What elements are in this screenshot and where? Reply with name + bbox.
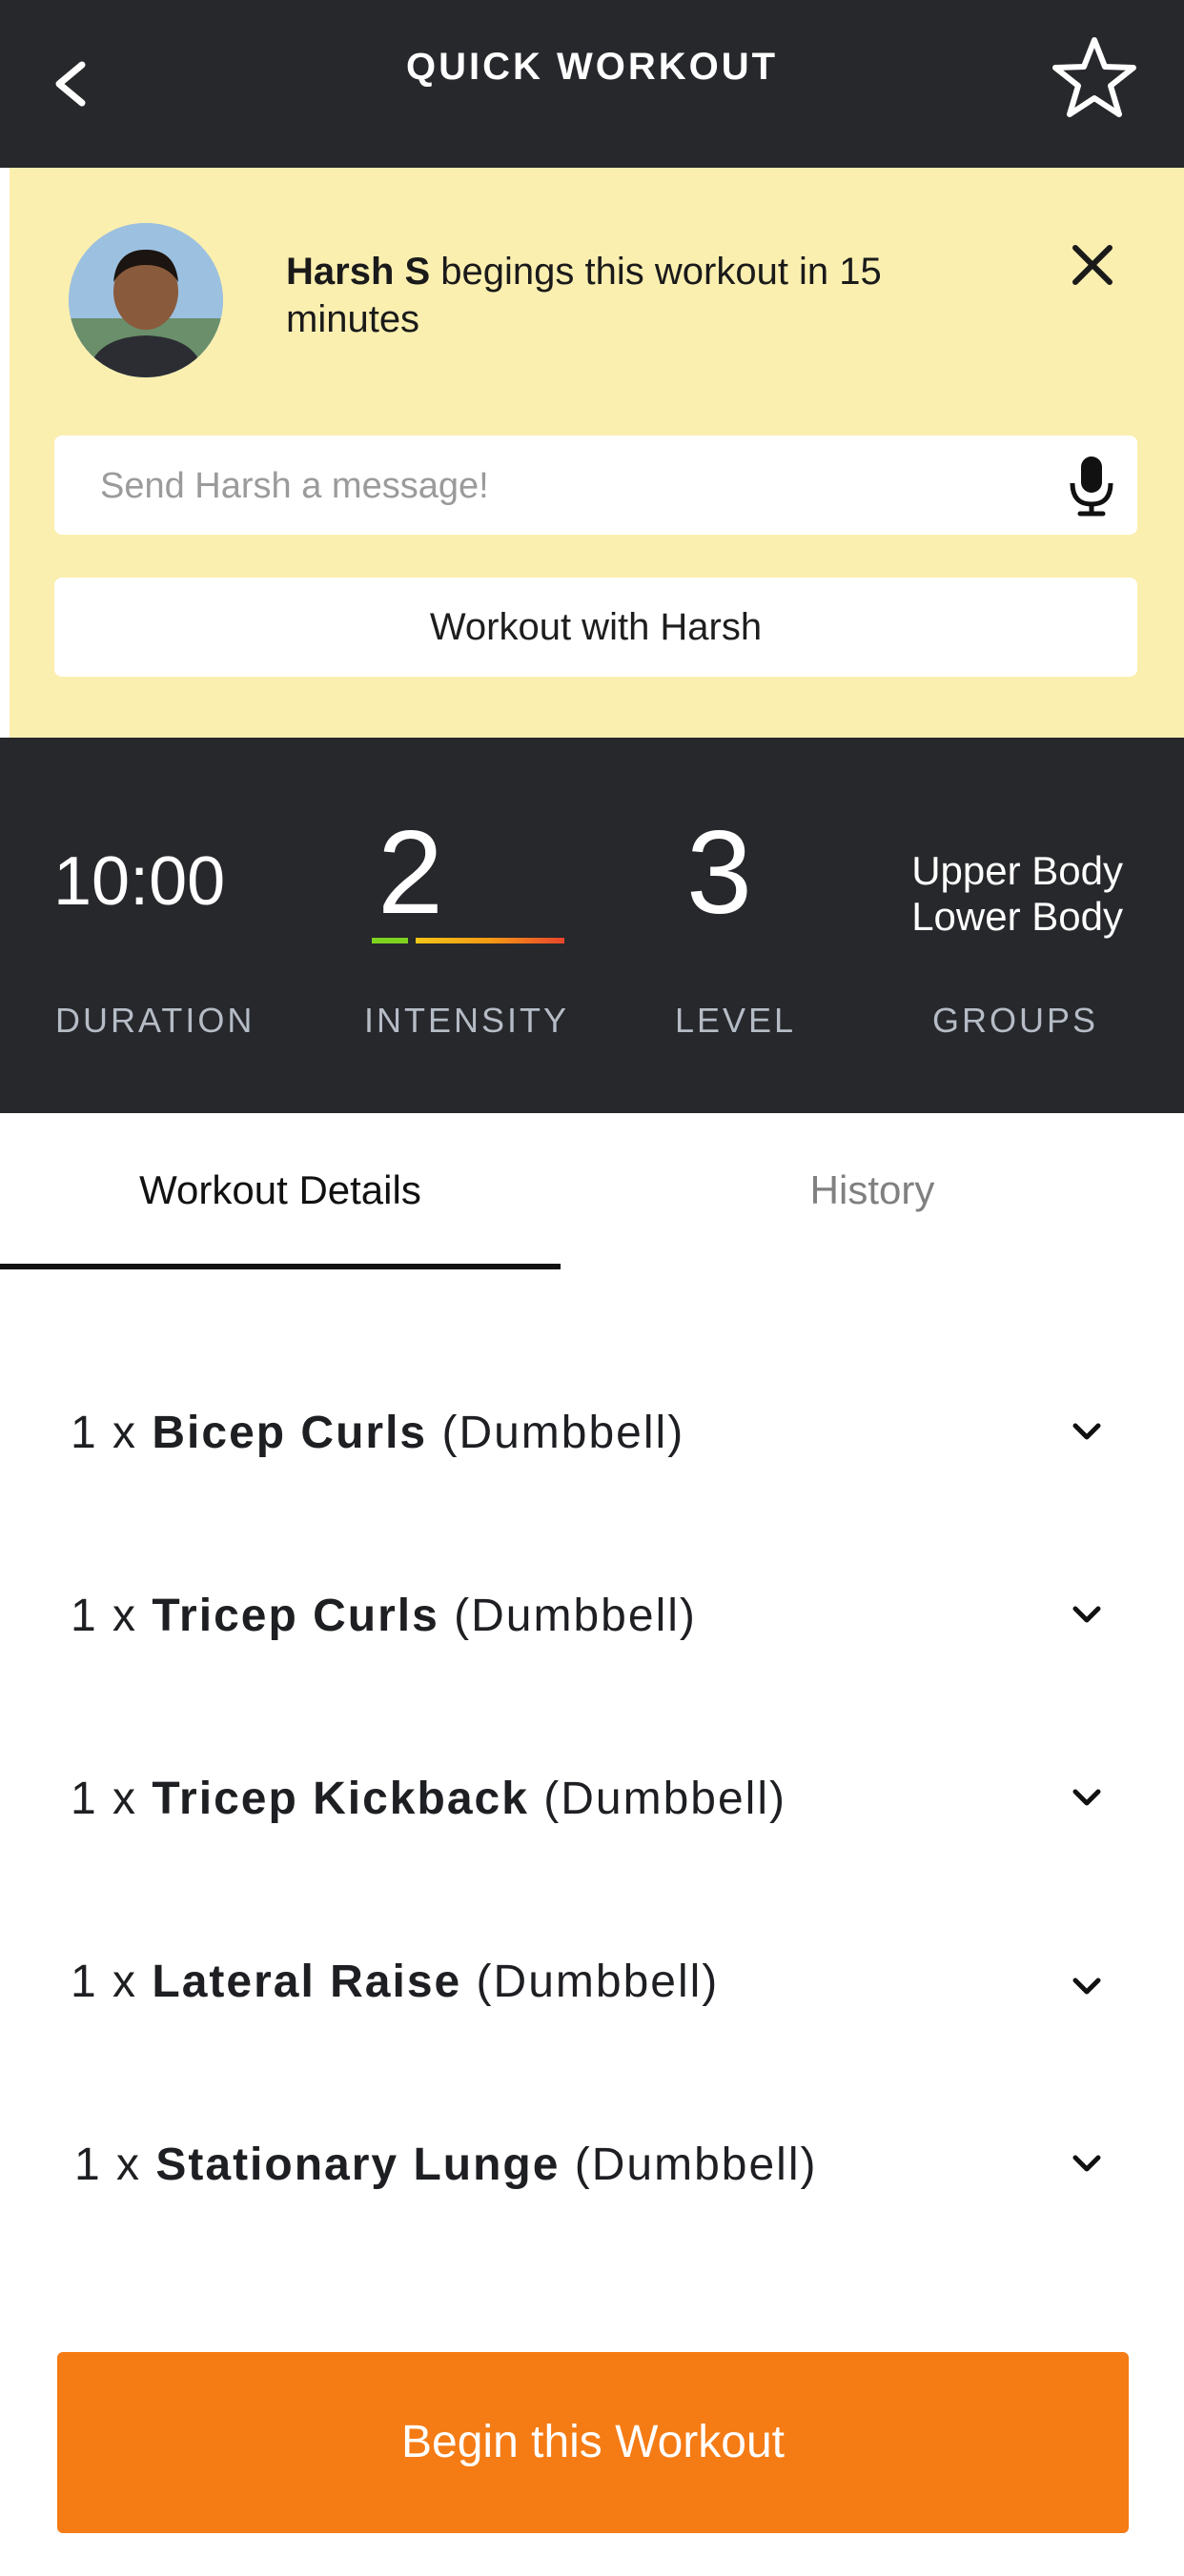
chevron-down-icon[interactable] (1068, 1595, 1106, 1633)
chevron-down-icon[interactable] (1068, 1412, 1106, 1450)
exercise-name: Tricep Curls (152, 1591, 439, 1641)
groups-label: GROUPS (932, 1001, 1099, 1040)
exercise-text: 1 x Tricep Kickback (Dumbbell) (71, 1773, 786, 1825)
message-field (54, 436, 1137, 537)
exercise-row[interactable]: 1 x Bicep Curls (Dumbbell) (0, 1365, 1184, 1508)
workout-stats: 10:00 2 3 Upper Body Lower Body DURATION… (0, 738, 1184, 1113)
exercise-name: Bicep Curls (152, 1408, 428, 1458)
exercise-text: 1 x Stationary Lunge (Dumbbell) (74, 2139, 817, 2191)
tab-bar: Workout Details History (0, 1113, 1184, 1269)
avatar (69, 223, 223, 377)
groups-value: Upper Body Lower Body (911, 848, 1123, 940)
exercise-row[interactable]: 1 x Tricep Curls (Dumbbell) (0, 1548, 1184, 1691)
exercise-qty: 1 x (71, 1591, 153, 1641)
exercise-equipment: (Dumbbell) (439, 1591, 697, 1641)
exercise-qty: 1 x (71, 1774, 153, 1824)
begin-workout-button[interactable]: Begin this Workout (57, 2352, 1129, 2533)
notice-message: Harsh S begings this workout in 15 minut… (286, 248, 972, 343)
top-bar: QUICK WORKOUT (0, 0, 1184, 168)
intensity-label: INTENSITY (364, 1001, 570, 1040)
exercise-name: Tricep Kickback (152, 1774, 529, 1824)
exercise-row[interactable]: 1 x Tricep Kickback (Dumbbell) (0, 1731, 1184, 1874)
intensity-meter (372, 938, 564, 943)
group-upper-body: Upper Body (911, 848, 1123, 893)
exercise-qty: 1 x (71, 1408, 153, 1458)
star-outline-icon (1052, 37, 1136, 117)
favorite-button[interactable] (1049, 32, 1140, 124)
notice-user-name: Harsh S (286, 251, 431, 293)
exercise-row[interactable]: 1 x Stationary Lunge (Dumbbell) (0, 2097, 1184, 2240)
message-input[interactable] (98, 436, 1046, 537)
level-label: LEVEL (675, 1001, 797, 1040)
duration-label: DURATION (55, 1001, 255, 1040)
exercise-equipment: (Dumbbell) (427, 1408, 685, 1458)
partner-notice-card: Harsh S begings this workout in 15 minut… (10, 168, 1184, 738)
chevron-down-icon[interactable] (1068, 2144, 1106, 2182)
exercise-text: 1 x Bicep Curls (Dumbbell) (71, 1407, 684, 1459)
tab-history[interactable]: History (561, 1113, 1184, 1269)
exercise-row[interactable]: 1 x Lateral Raise (Dumbbell) (0, 1914, 1184, 2057)
close-button[interactable] (1064, 236, 1121, 294)
close-icon (1072, 245, 1113, 285)
level-value: 3 (686, 807, 752, 939)
exercise-name: Lateral Raise (152, 1957, 462, 2007)
exercise-equipment: (Dumbbell) (528, 1774, 786, 1824)
exercise-equipment: (Dumbbell) (560, 2140, 818, 2190)
exercise-text: 1 x Lateral Raise (Dumbbell) (71, 1956, 719, 2008)
exercise-equipment: (Dumbbell) (461, 1957, 720, 2007)
chevron-down-icon[interactable] (1068, 1967, 1106, 2005)
page-title: QUICK WORKOUT (405, 46, 779, 88)
exercise-text: 1 x Tricep Curls (Dumbbell) (71, 1590, 697, 1642)
exercise-qty: 1 x (71, 1957, 153, 2007)
intensity-value: 2 (378, 807, 443, 939)
tab-workout-details[interactable]: Workout Details (0, 1113, 561, 1269)
group-lower-body: Lower Body (911, 894, 1123, 939)
exercise-qty: 1 x (74, 2140, 156, 2190)
mic-button[interactable] (1065, 453, 1118, 519)
user-photo-icon (69, 223, 223, 377)
chevron-down-icon[interactable] (1068, 1778, 1106, 1816)
workout-with-button[interactable]: Workout with Harsh (54, 578, 1137, 677)
microphone-icon (1070, 456, 1113, 517)
exercise-name: Stationary Lunge (155, 2140, 561, 2190)
duration-value: 10:00 (53, 843, 226, 920)
